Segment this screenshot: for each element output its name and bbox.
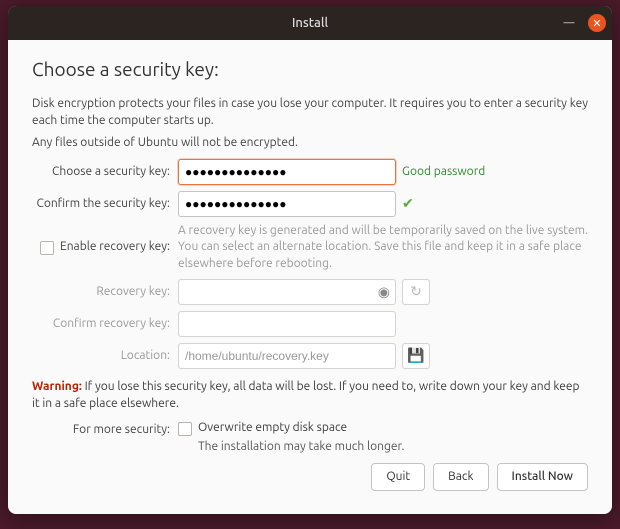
choose-key-label: Choose a security key: (32, 165, 172, 178)
recovery-key-input (178, 279, 396, 305)
choose-key-input[interactable] (178, 159, 396, 185)
password-strength: Good password (402, 165, 485, 178)
anyfiles-text: Any files outside of Ubuntu will not be … (32, 136, 588, 149)
installer-window: Install — ✕ Choose a security key: Disk … (8, 6, 612, 514)
footer-buttons: Quit Back Install Now (32, 463, 588, 491)
checkmark-icon: ✔ (402, 195, 414, 212)
confirm-recovery-input (178, 311, 396, 337)
minimize-icon[interactable]: — (560, 14, 578, 32)
warning-label: Warning: (32, 380, 82, 393)
regenerate-icon: ↻ (402, 279, 430, 305)
save-location-icon: 💾 (402, 343, 430, 369)
enable-recovery-checkbox[interactable] (40, 241, 54, 255)
intro-text: Disk encryption protects your files in c… (32, 96, 588, 130)
location-label: Location: (32, 349, 172, 362)
page-title: Choose a security key: (32, 58, 588, 80)
overwrite-checkbox[interactable] (178, 422, 192, 436)
quit-button[interactable]: Quit (371, 463, 425, 491)
confirm-recovery-label: Confirm recovery key: (32, 317, 172, 330)
confirm-key-input[interactable] (178, 191, 396, 217)
warning-text: Warning: If you lose this security key, … (32, 379, 588, 413)
eye-icon: ◉ (378, 283, 390, 300)
overwrite-help: The installation may take much longer. (198, 440, 588, 453)
content-area: Choose a security key: Disk encryption p… (8, 40, 612, 514)
close-icon[interactable]: ✕ (588, 14, 606, 32)
recovery-help-text: A recovery key is generated and will be … (178, 223, 588, 273)
overwrite-label: Overwrite empty disk space (198, 421, 347, 434)
window-title: Install (8, 16, 612, 30)
titlebar: Install — ✕ (8, 6, 612, 40)
install-now-button[interactable]: Install Now (497, 463, 588, 491)
for-more-security-label: For more security: (32, 421, 172, 436)
window-controls: — ✕ (560, 6, 606, 40)
recovery-key-label: Recovery key: (32, 285, 172, 298)
confirm-key-label: Confirm the security key: (32, 197, 172, 210)
back-button[interactable]: Back (433, 463, 488, 491)
form: Choose a security key: Good password Con… (32, 159, 588, 369)
location-input (178, 343, 396, 369)
enable-recovery-label: Enable recovery key: (60, 240, 170, 253)
warning-body: If you lose this security key, all data … (32, 380, 580, 410)
